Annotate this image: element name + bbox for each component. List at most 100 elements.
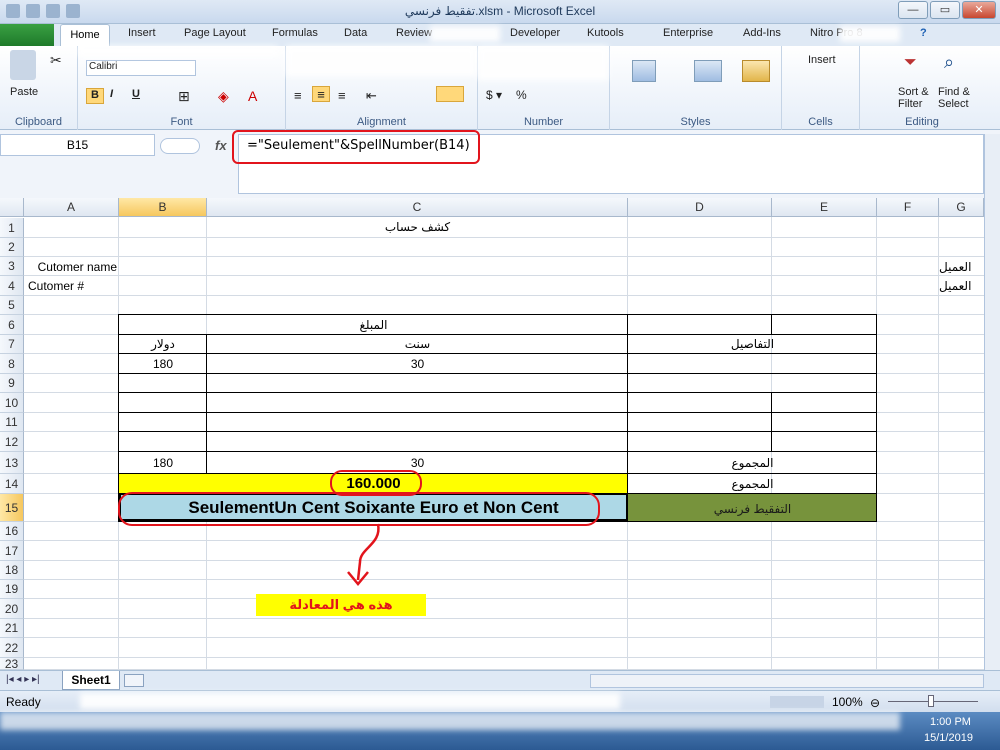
row-header-4[interactable]: 4 <box>0 276 24 296</box>
tab-formulas[interactable]: Formulas <box>272 27 318 39</box>
row-header-16[interactable]: 16 <box>0 522 24 541</box>
paste-icon[interactable] <box>10 50 36 80</box>
insert-function-icon[interactable]: fx <box>215 138 227 153</box>
tab-data[interactable]: Data <box>344 27 367 39</box>
row-header-21[interactable]: 21 <box>0 619 24 638</box>
cell-a3[interactable]: Cutomer name <box>24 260 119 274</box>
close-button[interactable]: ✕ <box>962 1 996 19</box>
paste-button[interactable]: Paste <box>10 86 38 98</box>
row-header-9[interactable]: 9 <box>0 374 24 393</box>
currency-icon[interactable]: $ ▾ <box>486 88 502 102</box>
tab-kutools[interactable]: Kutools <box>587 27 624 39</box>
sheet-nav-icon[interactable]: |◂ ◂ ▸ ▸| <box>6 674 40 685</box>
row-header-8[interactable]: 8 <box>0 354 24 374</box>
row-header-18[interactable]: 18 <box>0 561 24 580</box>
cell-c13[interactable]: 30 <box>207 456 628 470</box>
sort-filter-icon[interactable]: ⏷ <box>904 54 917 72</box>
row-header-12[interactable]: 12 <box>0 432 24 452</box>
align-center-icon[interactable]: ≡ <box>312 86 330 102</box>
column-header-g[interactable]: G <box>939 198 984 217</box>
insert-button[interactable]: Insert <box>808 54 836 66</box>
binoculars-icon[interactable]: ⌕ <box>944 52 954 73</box>
format-as-table-icon[interactable] <box>694 60 722 82</box>
row-header-7[interactable]: 7 <box>0 335 24 354</box>
row-header-6[interactable]: 6 <box>0 315 24 335</box>
borders-icon[interactable]: ⊞ <box>178 88 190 105</box>
help-icon[interactable]: ? <box>920 27 927 39</box>
cell-d14[interactable]: المجموع <box>628 477 877 491</box>
row-header-19[interactable]: 19 <box>0 580 24 599</box>
row-header-15[interactable]: 15 <box>0 494 24 522</box>
zoom-out-icon[interactable]: ⊖ <box>870 696 880 710</box>
select-all-corner[interactable] <box>0 198 24 217</box>
cell-b7[interactable]: دولار <box>119 337 207 351</box>
file-tab[interactable] <box>0 24 54 46</box>
tab-review[interactable]: Review <box>396 27 432 39</box>
merge-center-icon[interactable] <box>436 86 464 102</box>
row-header-3[interactable]: 3 <box>0 257 24 276</box>
fill-color-icon[interactable]: ◈ <box>218 88 229 105</box>
font-name-select[interactable]: Calibri <box>86 60 196 76</box>
minimize-button[interactable]: — <box>898 1 928 19</box>
conditional-formatting-icon[interactable] <box>632 60 656 82</box>
name-box[interactable]: B15 <box>0 134 155 156</box>
insert-sheet-icon[interactable] <box>124 674 144 687</box>
row-header-1[interactable]: 1 <box>0 218 24 238</box>
cell-c1[interactable]: كشف حساب <box>207 220 628 234</box>
cell-g3[interactable]: العميل <box>939 260 984 274</box>
column-header-a[interactable]: A <box>24 198 119 217</box>
bold-button[interactable]: B <box>86 88 104 104</box>
cell-a4[interactable]: Cutomer # <box>28 279 84 293</box>
column-header-e[interactable]: E <box>772 198 877 217</box>
find-select-button[interactable]: Find & Select <box>938 86 978 110</box>
cut-icon[interactable]: ✂ <box>50 52 62 69</box>
row-header-22[interactable]: 22 <box>0 638 24 658</box>
align-left-icon[interactable]: ≡ <box>294 88 302 103</box>
column-header-f[interactable]: F <box>877 198 939 217</box>
horizontal-scrollbar[interactable] <box>590 674 984 688</box>
sheet-bar: |◂ ◂ ▸ ▸| Sheet1 <box>0 670 1000 690</box>
column-header-c[interactable]: C <box>207 198 628 217</box>
formula-cancel-enter[interactable] <box>160 138 200 154</box>
cell-c7[interactable]: سنت <box>207 337 628 351</box>
tab-home[interactable]: Home <box>60 24 110 46</box>
cell-d13[interactable]: المجموع <box>628 456 877 470</box>
row-header-17[interactable]: 17 <box>0 541 24 561</box>
row-header-13[interactable]: 13 <box>0 452 24 474</box>
tab-developer[interactable]: Developer <box>510 27 560 39</box>
row-header-23[interactable]: 23 <box>0 658 24 670</box>
restore-button[interactable]: ▭ <box>930 1 960 19</box>
row-header-10[interactable]: 10 <box>0 393 24 413</box>
cell-d7[interactable]: التفاصيل <box>628 337 877 351</box>
align-right-icon[interactable]: ≡ <box>338 88 346 103</box>
row-header-11[interactable]: 11 <box>0 413 24 432</box>
indent-icon[interactable]: ⇤ <box>366 88 377 104</box>
sort-filter-button[interactable]: Sort & Filter <box>898 86 938 110</box>
row-header-14[interactable]: 14 <box>0 474 24 494</box>
percent-icon[interactable]: % <box>516 88 527 102</box>
cell-b13[interactable]: 180 <box>119 456 207 470</box>
tab-page-layout[interactable]: Page Layout <box>184 27 246 39</box>
column-header-d[interactable]: D <box>628 198 772 217</box>
zoom-level[interactable]: 100% <box>832 695 863 709</box>
vertical-scrollbar[interactable] <box>984 134 1000 670</box>
tab-add-ins[interactable]: Add-Ins <box>743 27 781 39</box>
cell-styles-icon[interactable] <box>742 60 770 82</box>
underline-button[interactable]: U <box>132 88 140 100</box>
row-header-5[interactable]: 5 <box>0 296 24 315</box>
cell-b8[interactable]: 180 <box>119 357 207 371</box>
tab-enterprise[interactable]: Enterprise <box>663 27 713 39</box>
zoom-slider-handle[interactable] <box>928 695 934 707</box>
font-color-icon[interactable]: A <box>248 88 257 104</box>
view-buttons[interactable] <box>770 696 824 708</box>
cell-g4[interactable]: العميل <box>939 279 984 293</box>
cell-b6[interactable]: المبلغ <box>119 318 628 332</box>
cell-d15[interactable]: التفقيط فرنسي <box>628 502 877 516</box>
tab-sheet1[interactable]: Sheet1 <box>62 671 120 690</box>
column-header-b[interactable]: B <box>119 198 207 217</box>
row-header-20[interactable]: 20 <box>0 599 24 619</box>
tab-insert[interactable]: Insert <box>128 27 156 39</box>
cell-c8[interactable]: 30 <box>207 357 628 371</box>
row-header-2[interactable]: 2 <box>0 238 24 257</box>
italic-button[interactable]: I <box>110 88 113 100</box>
